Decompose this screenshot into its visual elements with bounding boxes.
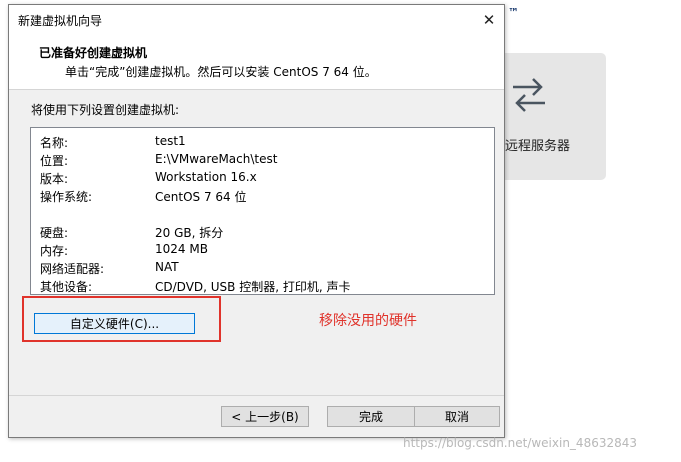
swap-arrows-icon — [509, 75, 549, 116]
setting-key: 网络适配器: — [40, 262, 105, 276]
list-item: 名称: test1 — [31, 132, 494, 150]
setting-value: 1024 MB — [155, 242, 208, 256]
setting-key: 名称: — [40, 136, 69, 150]
list-item: 内存: 1024 MB — [31, 240, 494, 258]
settings-intro: 将使用下列设置创建虚拟机: — [31, 103, 180, 117]
setting-value: Workstation 16.x — [155, 170, 257, 184]
setting-value: CentOS 7 64 位 — [155, 190, 247, 204]
list-item: 网络适配器: NAT — [31, 258, 494, 276]
finish-button[interactable]: 完成 — [327, 406, 415, 427]
trademark-mark: ™ — [508, 6, 519, 19]
wizard-header: 已准备好创建虚拟机 单击“完成”创建虚拟机。然后可以安装 CentOS 7 64… — [9, 35, 504, 90]
cancel-button[interactable]: 取消 — [414, 406, 500, 427]
list-item: 位置: E:\VMwareMach\test — [31, 150, 494, 168]
setting-value: NAT — [155, 260, 179, 274]
setting-value: CD/DVD, USB 控制器, 打印机, 声卡 — [155, 280, 351, 294]
setting-key: 内存: — [40, 244, 69, 258]
setting-key: 位置: — [40, 154, 69, 168]
setting-value: E:\VMwareMach\test — [155, 152, 278, 166]
footer-divider — [9, 395, 504, 396]
close-icon[interactable]: ✕ — [474, 5, 504, 35]
list-item: 硬盘: 20 GB, 拆分 — [31, 222, 494, 240]
setting-value: test1 — [155, 134, 186, 148]
setting-key: 操作系统: — [40, 190, 93, 204]
list-item: 其他设备: CD/DVD, USB 控制器, 打印机, 声卡 — [31, 276, 494, 294]
title-bar: 新建虚拟机向导 ✕ — [9, 5, 504, 35]
new-vm-wizard-dialog: 新建虚拟机向导 ✕ 已准备好创建虚拟机 单击“完成”创建虚拟机。然后可以安装 C… — [8, 4, 505, 438]
watermark-text: https://blog.csdn.net/weixin_48632843 — [403, 436, 638, 450]
back-button[interactable]: < 上一步(B) — [221, 406, 309, 427]
remote-server-label: 远程服务器 — [505, 139, 571, 154]
setting-key: 版本: — [40, 172, 69, 186]
header-title: 已准备好创建虚拟机 — [39, 46, 148, 60]
settings-summary-list[interactable]: 名称: test1 位置: E:\VMwareMach\test 版本: Wor… — [30, 127, 495, 295]
remote-server-card[interactable]: 远程服务器 — [497, 53, 606, 180]
setting-key: 其他设备: — [40, 280, 93, 294]
header-subtitle: 单击“完成”创建虚拟机。然后可以安装 CentOS 7 64 位。 — [65, 65, 377, 79]
setting-value: 20 GB, 拆分 — [155, 226, 224, 240]
annotation-text: 移除没用的硬件 — [319, 313, 417, 329]
window-title: 新建虚拟机向导 — [18, 14, 103, 28]
setting-key: 硬盘: — [40, 226, 69, 240]
customize-hardware-button[interactable]: 自定义硬件(C)... — [34, 313, 195, 334]
list-item: 版本: Workstation 16.x — [31, 168, 494, 186]
list-item: 操作系统: CentOS 7 64 位 — [31, 186, 494, 204]
